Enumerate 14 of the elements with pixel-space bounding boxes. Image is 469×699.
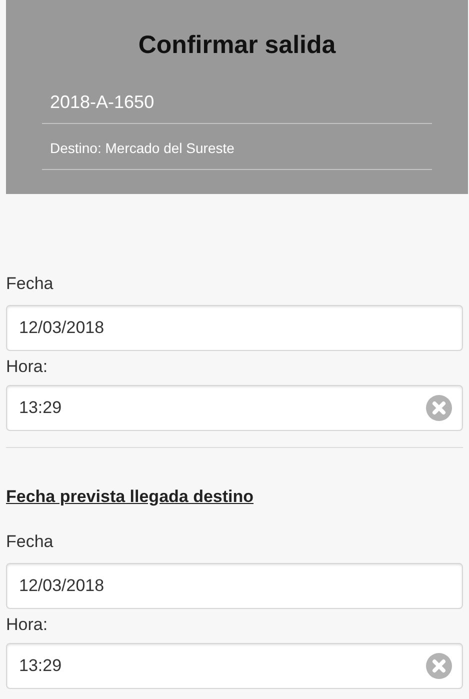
time-field[interactable]: 13:29 [6,642,463,688]
field-label: Fecha [6,274,54,294]
clear-icon[interactable] [426,395,452,421]
section-heading: Fecha prevista llegada destino [6,486,255,508]
page-title: Confirmar salida [137,30,337,61]
date-field[interactable]: 12/03/2018 [6,305,463,351]
date-field[interactable]: 12/03/2018 [6,562,463,608]
field-label: Hora: [6,614,49,634]
field-label: Fecha [6,532,54,552]
clear-icon[interactable] [426,652,452,678]
field-label: Hora: [6,357,49,377]
shipment-code: 2018-A-1650 [49,91,156,114]
time-field[interactable]: 13:29 [6,385,463,431]
destination-text: Destino: Mercado del Sureste [49,139,236,158]
